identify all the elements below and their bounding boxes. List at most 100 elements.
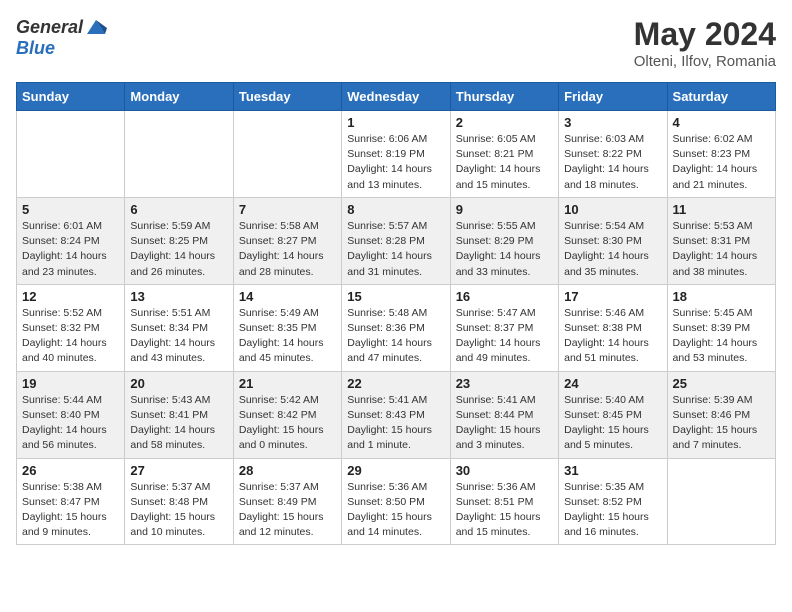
calendar-cell: 12 Sunrise: 5:52 AM Sunset: 8:32 PM Dayli… <box>17 284 125 371</box>
day-number: 20 <box>130 376 227 391</box>
calendar-header-row: SundayMondayTuesdayWednesdayThursdayFrid… <box>17 83 776 111</box>
day-number: 11 <box>673 202 770 217</box>
day-number: 21 <box>239 376 336 391</box>
calendar-cell: 28 Sunrise: 5:37 AM Sunset: 8:49 PM Dayli… <box>233 458 341 545</box>
day-info: Sunrise: 5:51 AM Sunset: 8:34 PM Dayligh… <box>130 306 227 367</box>
logo: General Blue <box>16 16 107 59</box>
calendar-cell: 3 Sunrise: 6:03 AM Sunset: 8:22 PM Daylig… <box>559 111 667 198</box>
day-number: 28 <box>239 463 336 478</box>
calendar-cell: 2Sunrise: 6:05 AM Sunset: 8:21 PM Daylig… <box>450 111 558 198</box>
col-header-wednesday: Wednesday <box>342 83 450 111</box>
day-info: Sunrise: 5:55 AM Sunset: 8:29 PM Dayligh… <box>456 219 553 280</box>
calendar-cell: 24 Sunrise: 5:40 AM Sunset: 8:45 PM Dayli… <box>559 371 667 458</box>
day-info: Sunrise: 6:01 AM Sunset: 8:24 PM Dayligh… <box>22 219 119 280</box>
day-info: Sunrise: 5:45 AM Sunset: 8:39 PM Dayligh… <box>673 306 770 367</box>
calendar-row-4: 26 Sunrise: 5:38 AM Sunset: 8:47 PM Dayli… <box>17 458 776 545</box>
calendar-cell: 22 Sunrise: 5:41 AM Sunset: 8:43 PM Dayli… <box>342 371 450 458</box>
calendar-cell: 7Sunrise: 5:58 AM Sunset: 8:27 PM Daylig… <box>233 197 341 284</box>
location: Olteni, Ilfov, Romania <box>634 53 776 70</box>
day-info: Sunrise: 5:37 AM Sunset: 8:49 PM Dayligh… <box>239 480 336 541</box>
col-header-tuesday: Tuesday <box>233 83 341 111</box>
col-header-friday: Friday <box>559 83 667 111</box>
day-info: Sunrise: 5:35 AM Sunset: 8:52 PM Dayligh… <box>564 480 661 541</box>
col-header-sunday: Sunday <box>17 83 125 111</box>
calendar-cell: 20Sunrise: 5:43 AM Sunset: 8:41 PM Dayli… <box>125 371 233 458</box>
day-number: 13 <box>130 289 227 304</box>
calendar-cell: 14Sunrise: 5:49 AM Sunset: 8:35 PM Dayli… <box>233 284 341 371</box>
calendar-cell <box>125 111 233 198</box>
calendar-cell <box>233 111 341 198</box>
calendar-cell: 6Sunrise: 5:59 AM Sunset: 8:25 PM Daylig… <box>125 197 233 284</box>
day-number: 10 <box>564 202 661 217</box>
day-info: Sunrise: 5:52 AM Sunset: 8:32 PM Dayligh… <box>22 306 119 367</box>
calendar-cell: 4Sunrise: 6:02 AM Sunset: 8:23 PM Daylig… <box>667 111 775 198</box>
day-info: Sunrise: 6:05 AM Sunset: 8:21 PM Dayligh… <box>456 132 553 193</box>
day-number: 17 <box>564 289 661 304</box>
calendar-cell: 18Sunrise: 5:45 AM Sunset: 8:39 PM Dayli… <box>667 284 775 371</box>
month-title: May 2024 <box>634 16 776 53</box>
day-number: 23 <box>456 376 553 391</box>
day-number: 5 <box>22 202 119 217</box>
calendar-row-1: 5 Sunrise: 6:01 AM Sunset: 8:24 PM Daylig… <box>17 197 776 284</box>
calendar-cell: 19Sunrise: 5:44 AM Sunset: 8:40 PM Dayli… <box>17 371 125 458</box>
calendar-cell: 17 Sunrise: 5:46 AM Sunset: 8:38 PM Dayli… <box>559 284 667 371</box>
day-info: Sunrise: 5:58 AM Sunset: 8:27 PM Dayligh… <box>239 219 336 280</box>
day-info: Sunrise: 5:41 AM Sunset: 8:44 PM Dayligh… <box>456 393 553 454</box>
calendar-cell: 27Sunrise: 5:37 AM Sunset: 8:48 PM Dayli… <box>125 458 233 545</box>
calendar-cell: 8Sunrise: 5:57 AM Sunset: 8:28 PM Daylig… <box>342 197 450 284</box>
day-info: Sunrise: 5:38 AM Sunset: 8:47 PM Dayligh… <box>22 480 119 541</box>
day-number: 31 <box>564 463 661 478</box>
calendar-row-2: 12 Sunrise: 5:52 AM Sunset: 8:32 PM Dayli… <box>17 284 776 371</box>
day-number: 30 <box>456 463 553 478</box>
day-info: Sunrise: 5:53 AM Sunset: 8:31 PM Dayligh… <box>673 219 770 280</box>
logo-blue-text: Blue <box>16 38 55 59</box>
day-number: 22 <box>347 376 444 391</box>
day-info: Sunrise: 5:47 AM Sunset: 8:37 PM Dayligh… <box>456 306 553 367</box>
calendar-cell: 31 Sunrise: 5:35 AM Sunset: 8:52 PM Dayli… <box>559 458 667 545</box>
calendar-cell: 16Sunrise: 5:47 AM Sunset: 8:37 PM Dayli… <box>450 284 558 371</box>
day-info: Sunrise: 5:54 AM Sunset: 8:30 PM Dayligh… <box>564 219 661 280</box>
day-info: Sunrise: 6:06 AM Sunset: 8:19 PM Dayligh… <box>347 132 444 193</box>
calendar-cell: 23 Sunrise: 5:41 AM Sunset: 8:44 PM Dayli… <box>450 371 558 458</box>
day-number: 1 <box>347 115 444 130</box>
col-header-monday: Monday <box>125 83 233 111</box>
day-info: Sunrise: 6:03 AM Sunset: 8:22 PM Dayligh… <box>564 132 661 193</box>
calendar-cell: 30 Sunrise: 5:36 AM Sunset: 8:51 PM Dayli… <box>450 458 558 545</box>
day-info: Sunrise: 5:40 AM Sunset: 8:45 PM Dayligh… <box>564 393 661 454</box>
day-number: 6 <box>130 202 227 217</box>
day-info: Sunrise: 5:46 AM Sunset: 8:38 PM Dayligh… <box>564 306 661 367</box>
calendar-cell: 21 Sunrise: 5:42 AM Sunset: 8:42 PM Dayli… <box>233 371 341 458</box>
day-number: 4 <box>673 115 770 130</box>
day-number: 24 <box>564 376 661 391</box>
calendar-cell: 9 Sunrise: 5:55 AM Sunset: 8:29 PM Daylig… <box>450 197 558 284</box>
day-number: 29 <box>347 463 444 478</box>
day-info: Sunrise: 5:41 AM Sunset: 8:43 PM Dayligh… <box>347 393 444 454</box>
calendar-cell: 15Sunrise: 5:48 AM Sunset: 8:36 PM Dayli… <box>342 284 450 371</box>
calendar-row-0: 1 Sunrise: 6:06 AM Sunset: 8:19 PM Daylig… <box>17 111 776 198</box>
calendar-cell: 13 Sunrise: 5:51 AM Sunset: 8:34 PM Dayli… <box>125 284 233 371</box>
day-number: 25 <box>673 376 770 391</box>
day-number: 26 <box>22 463 119 478</box>
calendar-cell: 10 Sunrise: 5:54 AM Sunset: 8:30 PM Dayli… <box>559 197 667 284</box>
col-header-saturday: Saturday <box>667 83 775 111</box>
day-number: 19 <box>22 376 119 391</box>
day-info: Sunrise: 5:36 AM Sunset: 8:51 PM Dayligh… <box>456 480 553 541</box>
day-number: 3 <box>564 115 661 130</box>
day-number: 9 <box>456 202 553 217</box>
logo-general-text: General <box>16 17 83 38</box>
calendar-cell: 25Sunrise: 5:39 AM Sunset: 8:46 PM Dayli… <box>667 371 775 458</box>
logo-icon <box>85 16 107 38</box>
calendar-table: SundayMondayTuesdayWednesdayThursdayFrid… <box>16 82 776 545</box>
calendar-cell <box>667 458 775 545</box>
calendar-cell <box>17 111 125 198</box>
page-header: General Blue May 2024 Olteni, Ilfov, Rom… <box>16 16 776 70</box>
calendar-cell: 29Sunrise: 5:36 AM Sunset: 8:50 PM Dayli… <box>342 458 450 545</box>
day-info: Sunrise: 5:42 AM Sunset: 8:42 PM Dayligh… <box>239 393 336 454</box>
day-number: 12 <box>22 289 119 304</box>
calendar-row-3: 19Sunrise: 5:44 AM Sunset: 8:40 PM Dayli… <box>17 371 776 458</box>
calendar-cell: 11 Sunrise: 5:53 AM Sunset: 8:31 PM Dayli… <box>667 197 775 284</box>
day-info: Sunrise: 5:49 AM Sunset: 8:35 PM Dayligh… <box>239 306 336 367</box>
day-number: 27 <box>130 463 227 478</box>
day-number: 8 <box>347 202 444 217</box>
day-number: 15 <box>347 289 444 304</box>
